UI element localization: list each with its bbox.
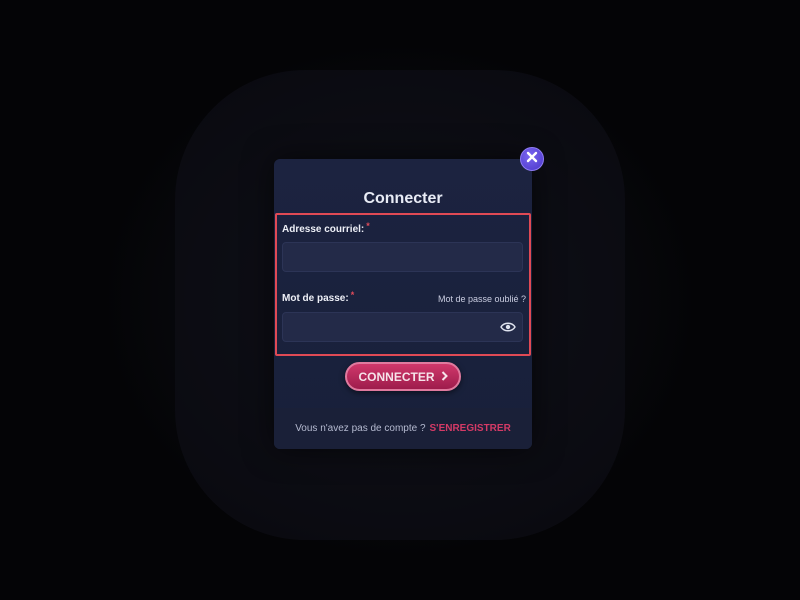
no-account-text: Vous n'avez pas de compte ? <box>295 423 426 434</box>
connect-button[interactable]: CONNECTER <box>345 362 461 391</box>
required-marker: * <box>350 290 355 300</box>
email-label-text: Adresse courriel: <box>282 224 365 235</box>
close-icon <box>526 150 538 168</box>
email-label: Adresse courriel: * <box>282 221 370 235</box>
forgot-password-link[interactable]: Mot de passe oublié ? <box>438 294 526 304</box>
eye-icon[interactable] <box>499 320 517 334</box>
register-prompt: Vous n'avez pas de compte ? S'ENREGISTRER <box>274 423 532 434</box>
password-label: Mot de passe: * <box>282 290 355 304</box>
close-button[interactable] <box>520 147 544 171</box>
chevron-right-icon <box>441 370 448 384</box>
password-label-text: Mot de passe: <box>282 293 349 304</box>
password-field[interactable] <box>282 312 523 342</box>
email-field[interactable] <box>282 242 523 272</box>
connect-button-label: CONNECTER <box>358 369 435 384</box>
register-link[interactable]: S'ENREGISTRER <box>430 423 511 434</box>
modal-title: Connecter <box>363 190 443 207</box>
required-marker: * <box>366 221 370 231</box>
